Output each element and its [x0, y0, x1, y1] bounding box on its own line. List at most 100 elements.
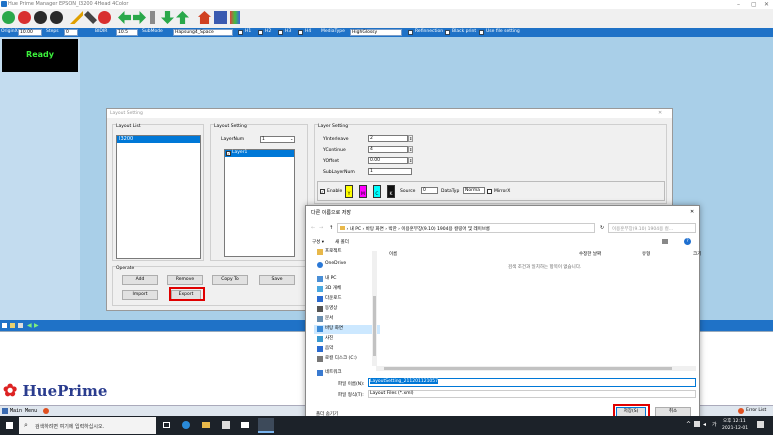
nav-item[interactable]: OneDrive: [316, 261, 346, 270]
col-type[interactable]: 유형: [642, 251, 650, 257]
start-icon[interactable]: [6, 422, 13, 429]
path-segment[interactable]: 내 PC: [350, 227, 361, 232]
clean-icon[interactable]: [70, 11, 83, 24]
layout-list[interactable]: I3200: [116, 135, 201, 259]
organize-menu[interactable]: 구성 ▾: [312, 239, 324, 245]
import-button[interactable]: Import: [122, 290, 158, 300]
save-button[interactable]: Save: [259, 275, 295, 285]
nav-item[interactable]: 3D 개체: [316, 285, 341, 294]
abort-icon[interactable]: [50, 11, 63, 24]
close-button[interactable]: ✕: [764, 1, 769, 8]
submode-select[interactable]: Hapsung4_Space: [173, 29, 233, 36]
search-input[interactable]: 이용훈부장(9.10) 1904용 컬...: [608, 223, 696, 233]
address-bar[interactable]: › 내 PC › 바탕 화면 › 박한 › 이용훈부장(9.10) 1904용 …: [337, 223, 595, 233]
task-view-icon[interactable]: [163, 422, 170, 428]
clock-time[interactable]: 오후 12:11: [723, 418, 746, 424]
h3-checkbox[interactable]: [278, 30, 283, 35]
move-left-icon[interactable]: [118, 11, 131, 24]
col-name[interactable]: 이름: [389, 251, 397, 257]
palette-icon[interactable]: [230, 11, 240, 24]
yoffset-input[interactable]: 0.00: [368, 157, 408, 164]
yinterleave-spinner[interactable]: ⇕: [408, 135, 413, 142]
nav-scrollbar[interactable]: [372, 251, 377, 366]
home-icon[interactable]: [198, 11, 211, 24]
clock-date[interactable]: 2021-12-01: [722, 426, 748, 431]
connect-icon[interactable]: [2, 11, 15, 24]
layer-list[interactable]: ✓ Layer1: [224, 149, 295, 257]
h2-checkbox[interactable]: [258, 30, 263, 35]
measure-icon[interactable]: [150, 11, 155, 24]
path-segment[interactable]: 박한: [388, 227, 396, 232]
log-prev-icon[interactable]: ◀: [27, 322, 32, 329]
tray-arrow-icon[interactable]: ^: [686, 421, 691, 428]
steps-input[interactable]: 0: [64, 29, 78, 36]
forward-icon[interactable]: →: [319, 225, 323, 231]
wrench-icon[interactable]: [84, 11, 97, 24]
mediatype-select[interactable]: HighGlossy: [350, 29, 402, 36]
volume-icon[interactable]: ◂: [703, 421, 706, 428]
nav-item[interactable]: 동영상: [316, 305, 337, 314]
refresh-icon[interactable]: ↻: [600, 225, 604, 231]
move-right-icon[interactable]: [133, 11, 146, 24]
error-list-tab[interactable]: Error List: [746, 408, 766, 413]
ycontinue-spinner[interactable]: ⇕: [408, 146, 413, 153]
channel-y-swatch[interactable]: Y: [345, 185, 353, 198]
channel-k-swatch[interactable]: K: [387, 185, 395, 198]
settings-grid-icon[interactable]: [214, 11, 227, 24]
checkbox-checked-icon[interactable]: ✓: [226, 151, 231, 156]
nav-item-selected[interactable]: 바탕 화면: [314, 325, 380, 334]
h1-checkbox[interactable]: [238, 30, 243, 35]
file-explorer-icon[interactable]: [202, 422, 210, 428]
path-segment[interactable]: 바탕 화면: [366, 227, 384, 232]
layout-list-item[interactable]: I3200: [117, 136, 200, 143]
nav-item[interactable]: 음악: [316, 345, 333, 354]
network-icon[interactable]: [694, 421, 700, 427]
move-up-icon[interactable]: [176, 11, 189, 24]
filetype-select[interactable]: Layout Files (*.xml): [368, 390, 696, 398]
nav-item[interactable]: 프로젝트: [316, 248, 342, 257]
yinterleave-input[interactable]: 2: [368, 135, 408, 142]
channel-c-swatch[interactable]: C: [373, 185, 381, 198]
back-icon[interactable]: ←: [311, 225, 315, 231]
log-clear-icon[interactable]: [2, 323, 7, 328]
yoffset-spinner[interactable]: ⇕: [408, 157, 413, 164]
use-file-setting-checkbox[interactable]: [479, 30, 484, 35]
log-copy-icon[interactable]: [10, 323, 15, 328]
add-button[interactable]: Add: [122, 275, 158, 285]
col-size[interactable]: 크기: [693, 251, 701, 257]
nav-item[interactable]: 로컬 디스크 (C:): [316, 355, 357, 364]
layout-dialog-close-icon[interactable]: ✕: [658, 110, 662, 116]
nav-item[interactable]: 사진: [316, 335, 333, 344]
mirrorx-checkbox[interactable]: [487, 189, 492, 194]
log-next-icon[interactable]: ▶: [34, 322, 39, 329]
main-menu-tab[interactable]: Main Menu: [10, 408, 37, 414]
source-select[interactable]: 0: [421, 187, 438, 194]
move-down-icon[interactable]: [161, 11, 174, 24]
enable-checkbox[interactable]: ✓: [320, 189, 325, 194]
up-icon[interactable]: ↑: [329, 225, 333, 231]
black-print-checkbox[interactable]: [445, 30, 450, 35]
layer-item[interactable]: ✓ Layer1: [225, 150, 294, 157]
path-segment[interactable]: 이용훈부장(9.10) 1904용 컬링어 및 레이브롱: [401, 227, 490, 232]
channel-m-swatch[interactable]: M: [359, 185, 367, 198]
datatype-select[interactable]: Norma: [463, 187, 485, 194]
pause-icon[interactable]: [34, 11, 47, 24]
mail-icon[interactable]: [241, 422, 249, 428]
log-list-icon[interactable]: [18, 323, 23, 328]
col-date[interactable]: 수정한 날짜: [579, 251, 601, 257]
nav-item[interactable]: 문서: [316, 315, 333, 324]
remove-button[interactable]: Remove: [167, 275, 203, 285]
notification-icon[interactable]: [757, 421, 764, 428]
store-icon[interactable]: [222, 421, 230, 429]
ycontinue-input[interactable]: 4: [368, 146, 408, 153]
app-taskbar-icon[interactable]: [258, 418, 274, 433]
copy-to-button[interactable]: Copy To: [212, 275, 248, 285]
sublayernum-select[interactable]: 1: [368, 168, 412, 175]
save-dialog-close-icon[interactable]: ✕: [690, 209, 694, 215]
minimize-button[interactable]: –: [737, 1, 740, 8]
bidir-input[interactable]: 10.5: [116, 29, 138, 36]
nav-item[interactable]: 네트워크: [316, 369, 342, 378]
h-scrollbar[interactable]: [376, 366, 696, 371]
input-language[interactable]: 가: [712, 421, 717, 428]
edge-icon[interactable]: [182, 421, 190, 429]
